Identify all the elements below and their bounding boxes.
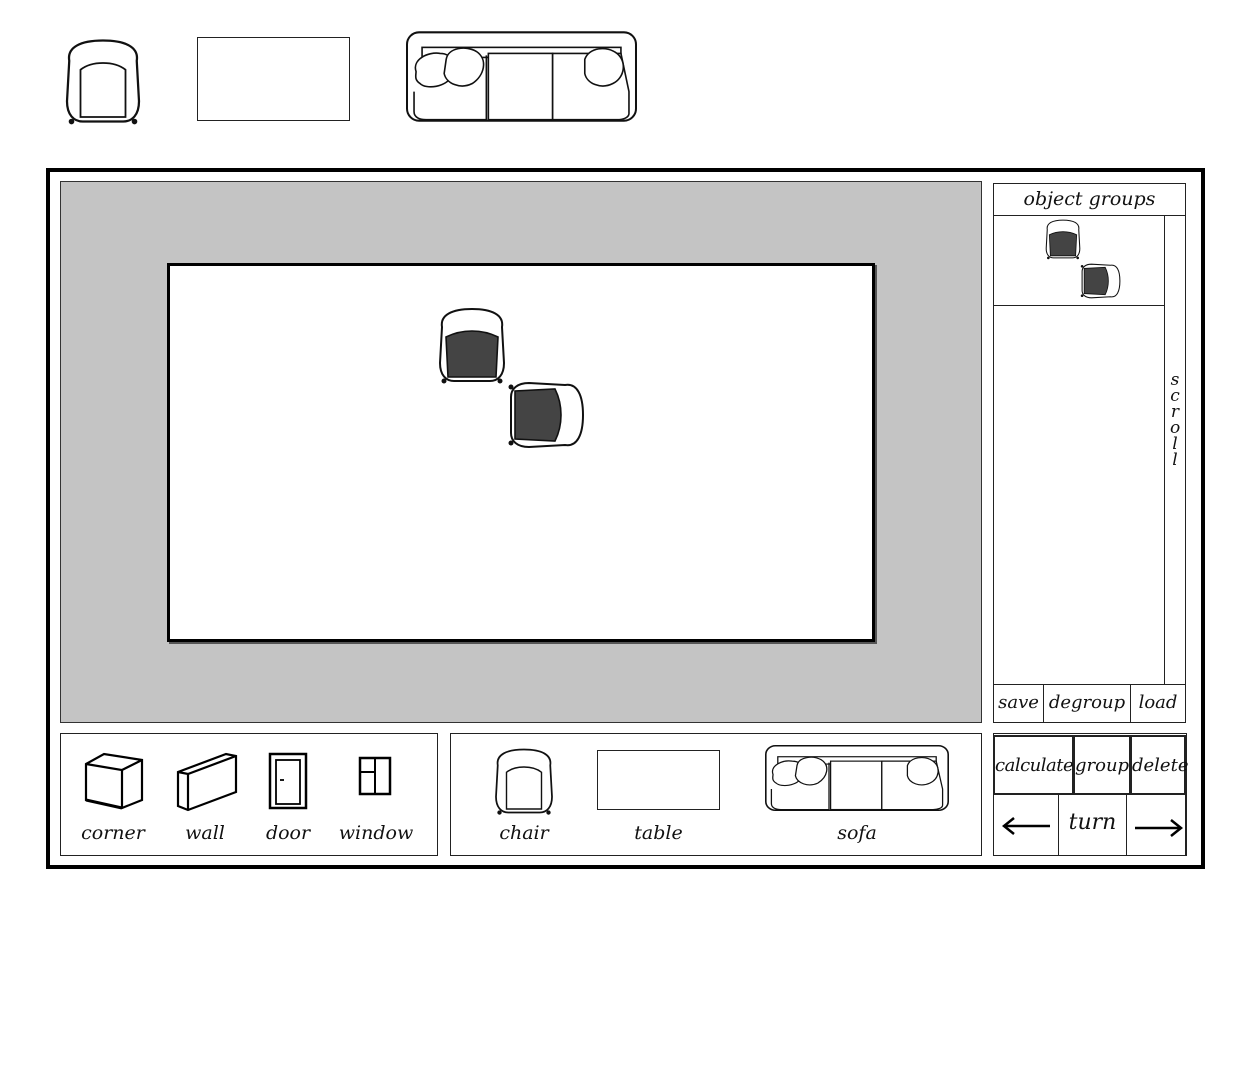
palette-table[interactable]: table [597,750,720,850]
chair-icon [495,748,553,816]
chair-label: chair [499,822,549,844]
load-button[interactable]: load [1130,684,1186,723]
group-item[interactable] [993,215,1165,306]
placed-chair[interactable] [432,305,512,385]
preview-chair[interactable] [58,36,148,126]
palette-sofa[interactable]: sofa [764,744,950,850]
sofa-icon [405,31,638,122]
palette-chair[interactable]: chair [484,746,564,850]
wall-label: wall [185,822,225,844]
arrow-right-icon [1135,819,1184,837]
chair-icon [1080,263,1121,299]
chair-icon [1045,219,1081,260]
corner-icon [84,752,144,810]
degroup-label: degroup [1048,692,1126,713]
corner-label: corner [81,822,145,844]
delete-button[interactable]: delete [1130,735,1189,795]
window-label: window [338,822,414,844]
window-icon [358,756,392,796]
arrow-left-icon [1001,817,1050,835]
degroup-button[interactable]: degroup [1043,684,1131,723]
calculate-button[interactable]: calculate [993,735,1074,795]
turn-label: turn [1068,810,1117,835]
preview-sofa[interactable] [405,31,638,122]
table-label: table [634,822,683,844]
group-button[interactable]: group [1073,735,1131,795]
save-label: save [998,692,1039,713]
group-label: group [1075,755,1130,776]
scroll-label: scroll [1166,370,1184,470]
turn-left-button[interactable] [993,794,1059,856]
chair-icon [65,39,141,126]
door-label: door [265,822,311,844]
save-button[interactable]: save [993,684,1044,723]
door-icon [268,752,308,810]
chair-icon [507,382,584,448]
scroll-label-text: scroll [1170,370,1181,470]
palette-wall[interactable]: wall [170,750,240,850]
calculate-label: calculate [995,755,1074,776]
load-label: load [1138,692,1178,713]
turn-label-box: turn [1058,794,1127,856]
object-groups-header: object groups [993,183,1186,216]
palette-window[interactable]: window [339,750,413,850]
placed-chair-rotated[interactable] [507,375,587,455]
sofa-label: sofa [837,822,877,844]
object-groups-title: object groups [1023,188,1156,210]
sofa-icon [764,744,950,812]
preview-table[interactable] [197,37,350,121]
chair-icon [439,308,505,385]
turn-right-button[interactable] [1126,794,1186,856]
table-icon [597,750,720,810]
palette-door[interactable]: door [258,750,318,850]
palette-corner[interactable]: corner [78,750,148,850]
wall-icon [176,752,238,812]
delete-label: delete [1132,755,1189,776]
